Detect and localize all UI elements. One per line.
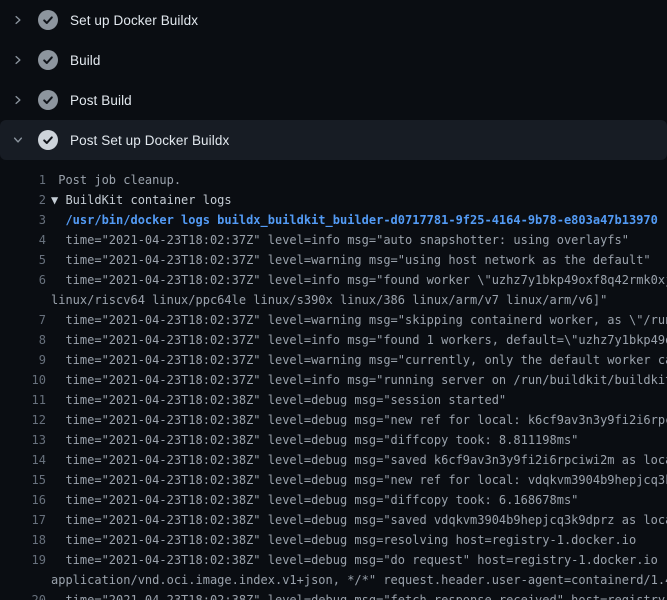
log-line: 12 time="2021-04-23T18:02:38Z" level=deb… bbox=[8, 410, 667, 430]
check-circle-icon bbox=[38, 50, 58, 70]
log-line: 6 time="2021-04-23T18:02:37Z" level=info… bbox=[8, 270, 667, 290]
step-title: Build bbox=[70, 53, 101, 68]
log-line: application/vnd.oci.image.index.v1+json,… bbox=[8, 570, 667, 590]
log-line-text: time="2021-04-23T18:02:38Z" level=debug … bbox=[51, 390, 506, 410]
log-line: 10 time="2021-04-23T18:02:37Z" level=inf… bbox=[8, 370, 667, 390]
log-line-number[interactable]: 4 bbox=[8, 230, 46, 250]
log-line: 11 time="2021-04-23T18:02:38Z" level=deb… bbox=[8, 390, 667, 410]
log-panel: 1 Post job cleanup. 2 ▼ BuildKit contain… bbox=[0, 160, 667, 600]
log-line-text: time="2021-04-23T18:02:38Z" level=debug … bbox=[51, 510, 667, 530]
log-line-text: /usr/bin/docker logs buildx_buildkit_bui… bbox=[51, 210, 658, 230]
log-line: 16 time="2021-04-23T18:02:38Z" level=deb… bbox=[8, 490, 667, 510]
log-line: linux/riscv64 linux/ppc64le linux/s390x … bbox=[8, 290, 667, 310]
log-line-number[interactable]: 8 bbox=[8, 330, 46, 350]
log-line-text: time="2021-04-23T18:02:37Z" level=info m… bbox=[51, 370, 667, 390]
log-line: 13 time="2021-04-23T18:02:38Z" level=deb… bbox=[8, 430, 667, 450]
log-line-number[interactable]: 7 bbox=[8, 310, 46, 330]
log-line: 18 time="2021-04-23T18:02:38Z" level=deb… bbox=[8, 530, 667, 550]
actions-log-viewer: Set up Docker Buildx Build bbox=[0, 0, 667, 600]
log-line-text: application/vnd.oci.image.index.v1+json,… bbox=[51, 570, 667, 590]
log-line-text: time="2021-04-23T18:02:37Z" level=info m… bbox=[51, 270, 667, 290]
log-line: 20 time="2021-04-23T18:02:38Z" level=deb… bbox=[8, 590, 667, 600]
chevron-right-icon bbox=[12, 54, 24, 66]
log-line-number[interactable]: 1 bbox=[8, 170, 46, 190]
log-line-text: linux/riscv64 linux/ppc64le linux/s390x … bbox=[51, 290, 607, 310]
log-line-number[interactable]: 16 bbox=[8, 490, 46, 510]
log-line-text: time="2021-04-23T18:02:37Z" level=warnin… bbox=[51, 250, 651, 270]
step-section-row[interactable]: Post Build bbox=[0, 80, 667, 120]
check-circle-icon bbox=[38, 10, 58, 30]
log-line: 3 /usr/bin/docker logs buildx_buildkit_b… bbox=[8, 210, 667, 230]
step-sections: Set up Docker Buildx Build bbox=[0, 0, 667, 160]
log-line-number[interactable]: 3 bbox=[8, 210, 46, 230]
chevron-right-icon bbox=[12, 14, 24, 26]
log-line: 4 time="2021-04-23T18:02:37Z" level=info… bbox=[8, 230, 667, 250]
log-line: 8 time="2021-04-23T18:02:37Z" level=info… bbox=[8, 330, 667, 350]
step-section-row[interactable]: Set up Docker Buildx bbox=[0, 0, 667, 40]
log-line-text: time="2021-04-23T18:02:38Z" level=debug … bbox=[51, 550, 667, 570]
log-line-text: time="2021-04-23T18:02:37Z" level=warnin… bbox=[51, 350, 667, 370]
log-line-number[interactable]: 12 bbox=[8, 410, 46, 430]
log-line: 7 time="2021-04-23T18:02:37Z" level=warn… bbox=[8, 310, 667, 330]
log-line-text: time="2021-04-23T18:02:37Z" level=warnin… bbox=[51, 310, 667, 330]
log-line-number[interactable]: 9 bbox=[8, 350, 46, 370]
log-line-number[interactable] bbox=[8, 290, 46, 310]
check-circle-icon bbox=[38, 90, 58, 110]
log-line: 9 time="2021-04-23T18:02:37Z" level=warn… bbox=[8, 350, 667, 370]
log-line-text: time="2021-04-23T18:02:38Z" level=debug … bbox=[51, 470, 667, 490]
log-line-number[interactable]: 19 bbox=[8, 550, 46, 570]
log-line-text: time="2021-04-23T18:02:37Z" level=info m… bbox=[51, 330, 667, 350]
log-line: 5 time="2021-04-23T18:02:37Z" level=warn… bbox=[8, 250, 667, 270]
log-line-number[interactable]: 14 bbox=[8, 450, 46, 470]
log-line-number[interactable]: 17 bbox=[8, 510, 46, 530]
log-line-number[interactable]: 13 bbox=[8, 430, 46, 450]
log-line-number[interactable]: 5 bbox=[8, 250, 46, 270]
log-line-text: time="2021-04-23T18:02:38Z" level=debug … bbox=[51, 450, 667, 470]
log-line-text: time="2021-04-23T18:02:38Z" level=debug … bbox=[51, 430, 578, 450]
log-line-text: time="2021-04-23T18:02:37Z" level=info m… bbox=[51, 230, 629, 250]
log-line: 19 time="2021-04-23T18:02:38Z" level=deb… bbox=[8, 550, 667, 570]
chevron-right-icon bbox=[12, 94, 24, 106]
log-line-number[interactable]: 10 bbox=[8, 370, 46, 390]
chevron-down-icon bbox=[12, 134, 24, 146]
step-section-row[interactable]: Build bbox=[0, 40, 667, 80]
log-line-text: time="2021-04-23T18:02:38Z" level=debug … bbox=[51, 590, 667, 600]
log-line-text: time="2021-04-23T18:02:38Z" level=debug … bbox=[51, 490, 578, 510]
check-circle-icon bbox=[38, 130, 58, 150]
log-line: 14 time="2021-04-23T18:02:38Z" level=deb… bbox=[8, 450, 667, 470]
log-line-number[interactable]: 2 bbox=[8, 190, 46, 210]
step-title: Post Set up Docker Buildx bbox=[70, 133, 229, 148]
log-line: 2 ▼ BuildKit container logs bbox=[8, 190, 667, 210]
step-section-row[interactable]: Post Set up Docker Buildx bbox=[0, 120, 667, 160]
log-line: 17 time="2021-04-23T18:02:38Z" level=deb… bbox=[8, 510, 667, 530]
step-title: Set up Docker Buildx bbox=[70, 13, 198, 28]
log-line-number[interactable]: 11 bbox=[8, 390, 46, 410]
log-line-number[interactable]: 6 bbox=[8, 270, 46, 290]
log-line-number[interactable] bbox=[8, 570, 46, 590]
log-line-text: Post job cleanup. bbox=[51, 170, 181, 190]
step-title: Post Build bbox=[70, 93, 132, 108]
log-line: 15 time="2021-04-23T18:02:38Z" level=deb… bbox=[8, 470, 667, 490]
log-line-text: time="2021-04-23T18:02:38Z" level=debug … bbox=[51, 410, 667, 430]
log-line-number[interactable]: 18 bbox=[8, 530, 46, 550]
log-line-text: time="2021-04-23T18:02:38Z" level=debug … bbox=[51, 530, 636, 550]
log-line-text: ▼ BuildKit container logs bbox=[51, 190, 232, 210]
log-line-number[interactable]: 15 bbox=[8, 470, 46, 490]
log-line: 1 Post job cleanup. bbox=[8, 170, 667, 190]
log-line-number[interactable]: 20 bbox=[8, 590, 46, 600]
